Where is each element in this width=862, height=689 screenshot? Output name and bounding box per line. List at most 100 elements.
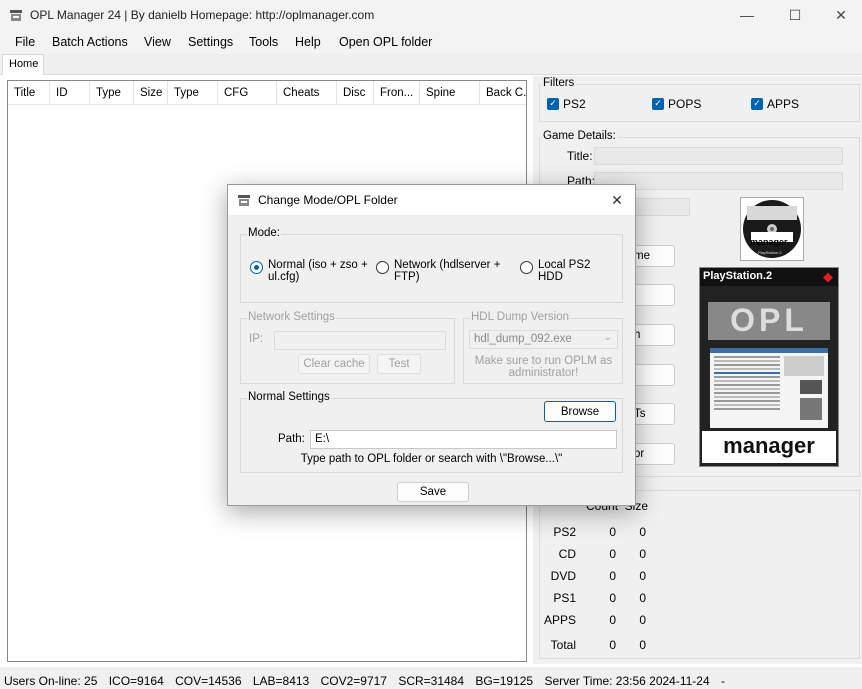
cover-art: PlayStation.2 ◆ OPL manager <box>699 267 839 467</box>
col-cheats[interactable]: Cheats <box>277 81 337 105</box>
title-bar: OPL Manager 24 | By danielb Homepage: ht… <box>0 0 862 30</box>
tab-home[interactable]: Home <box>2 54 44 75</box>
ps-logo-icon: ◆ <box>823 269 833 284</box>
checkbox-icon: ✓ <box>547 98 559 110</box>
stats-count-ps2: 0 <box>609 525 616 539</box>
icon-art-text: manager <box>750 237 788 247</box>
menu-settings[interactable]: Settings <box>188 35 233 49</box>
cover-screenshot <box>710 348 828 428</box>
network-settings-group <box>240 318 455 384</box>
stats-label-apps: APPS <box>543 613 576 627</box>
status-server-time: Server Time: 23:56 2024-11-24 <box>544 674 710 688</box>
cover-header: PlayStation.2 ◆ <box>700 268 838 286</box>
path-hint: Type path to OPL folder or search with \… <box>300 453 563 465</box>
path-input[interactable]: E:\ <box>310 430 617 449</box>
title-field[interactable] <box>594 147 843 165</box>
status-scr: SCR=31484 <box>398 674 465 688</box>
menu-view[interactable]: View <box>144 35 171 49</box>
stats-count-total: 0 <box>609 638 616 652</box>
stats-label-dvd: DVD <box>550 569 576 583</box>
dialog-title-bar: Change Mode/OPL Folder ✕ <box>228 185 635 215</box>
filter-apps-label: APPS <box>767 97 800 111</box>
checkbox-icon: ✓ <box>751 98 763 110</box>
dialog-app-icon <box>238 195 250 206</box>
save-button[interactable]: Save <box>397 482 469 502</box>
menu-file[interactable]: File <box>15 35 35 49</box>
col-spine[interactable]: Spine <box>420 81 480 105</box>
menu-tools[interactable]: Tools <box>249 35 278 49</box>
ip-input[interactable] <box>274 331 446 350</box>
col-type-2[interactable]: Type <box>168 81 218 105</box>
chevron-down-icon: ⌄ <box>603 332 612 343</box>
grid-header: Title ID Type Size Type CFG Cheats Disc … <box>8 81 526 105</box>
stats-size-dvd: 0 <box>639 569 646 583</box>
stats-size-cd: 0 <box>639 547 646 561</box>
filters-label: Filters <box>541 77 577 89</box>
close-button[interactable]: ✕ <box>818 0 862 30</box>
radio-unselected-icon <box>376 261 389 274</box>
stats-label-total: Total <box>550 638 576 652</box>
app-icon <box>10 10 22 21</box>
status-cov: COV=14536 <box>175 674 242 688</box>
browse-button[interactable]: Browse <box>544 401 616 422</box>
window-title: OPL Manager 24 | By danielb Homepage: ht… <box>30 8 375 22</box>
stats-count-ps1: 0 <box>609 591 616 605</box>
col-front[interactable]: Fron... <box>374 81 420 105</box>
col-back-cover[interactable]: Back C. <box>480 81 526 105</box>
status-ico: ICO=9164 <box>108 674 164 688</box>
stats-group <box>539 490 860 659</box>
status-users: Users On-line: 25 <box>4 674 98 688</box>
cover-logo-text: OPL <box>730 302 808 338</box>
maximize-button[interactable]: ☐ <box>772 0 818 30</box>
mode-network-radio[interactable]: Network (hdlserver + FTP) <box>376 259 506 283</box>
dialog-title: Change Mode/OPL Folder <box>258 193 398 207</box>
menu-open-opl-folder[interactable]: Open OPL folder <box>339 35 432 49</box>
mode-local-hdd-label: Local PS2 HDD <box>538 259 591 283</box>
checkbox-icon: ✓ <box>652 98 664 110</box>
col-size[interactable]: Size <box>134 81 168 105</box>
mode-network-label: Network (hdlserver + FTP) <box>394 259 501 283</box>
cover-header-text: PlayStation.2 <box>703 270 773 282</box>
stats-label-cd: CD <box>558 547 576 561</box>
menu-help[interactable]: Help <box>295 35 321 49</box>
stats-size-apps: 0 <box>639 613 646 627</box>
col-disc[interactable]: Disc <box>337 81 374 105</box>
status-dash: - <box>721 674 725 688</box>
filter-ps2-label: PS2 <box>563 97 586 111</box>
radio-unselected-icon <box>520 261 533 274</box>
icon-art: manager PlayStation.2 <box>740 197 804 261</box>
col-title[interactable]: Title <box>8 81 50 105</box>
cover-footer: manager <box>702 431 836 463</box>
minimize-button[interactable]: — <box>724 0 770 30</box>
network-settings-label: Network Settings <box>247 311 336 323</box>
cover-footer-text: manager <box>723 433 815 458</box>
col-cfg[interactable]: CFG <box>218 81 277 105</box>
ip-label: IP: <box>249 333 264 345</box>
normal-settings-label: Normal Settings <box>247 391 331 403</box>
stats-count-cd: 0 <box>609 547 616 561</box>
mode-label: Mode: <box>247 227 281 239</box>
mode-normal-radio[interactable]: Normal (iso + zso + ul.cfg) <box>250 259 368 283</box>
stats-label-ps1: PS1 <box>553 591 576 605</box>
status-lab: LAB=8413 <box>252 674 310 688</box>
dialog-close-button[interactable]: ✕ <box>605 189 629 211</box>
status-bg: BG=19125 <box>475 674 534 688</box>
change-mode-dialog: Change Mode/OPL Folder ✕ Mode: Normal (i… <box>227 184 636 506</box>
test-button[interactable]: Test <box>377 354 421 374</box>
clear-cache-button[interactable]: Clear cache <box>298 354 370 374</box>
filter-apps[interactable]: ✓ APPS <box>751 97 799 111</box>
radio-selected-icon <box>250 261 263 274</box>
title-label: Title: <box>567 149 593 163</box>
hdl-dump-select[interactable]: hdl_dump_092.exe ⌄ <box>469 330 618 349</box>
hdl-dump-note: Make sure to run OPLM as administrator! <box>474 355 613 379</box>
mode-local-hdd-radio[interactable]: Local PS2 HDD <box>520 259 610 283</box>
menu-bar: File Batch Actions View Settings Tools H… <box>0 30 862 54</box>
col-id[interactable]: ID <box>50 81 90 105</box>
filter-ps2[interactable]: ✓ PS2 <box>547 97 586 111</box>
path-label-dialog: Path: <box>278 433 305 445</box>
game-details-label: Game Details: <box>541 130 618 142</box>
filter-pops[interactable]: ✓ POPS <box>652 97 701 111</box>
menu-batch-actions[interactable]: Batch Actions <box>52 35 128 49</box>
col-type[interactable]: Type <box>90 81 134 105</box>
detail-field[interactable] <box>630 198 690 216</box>
